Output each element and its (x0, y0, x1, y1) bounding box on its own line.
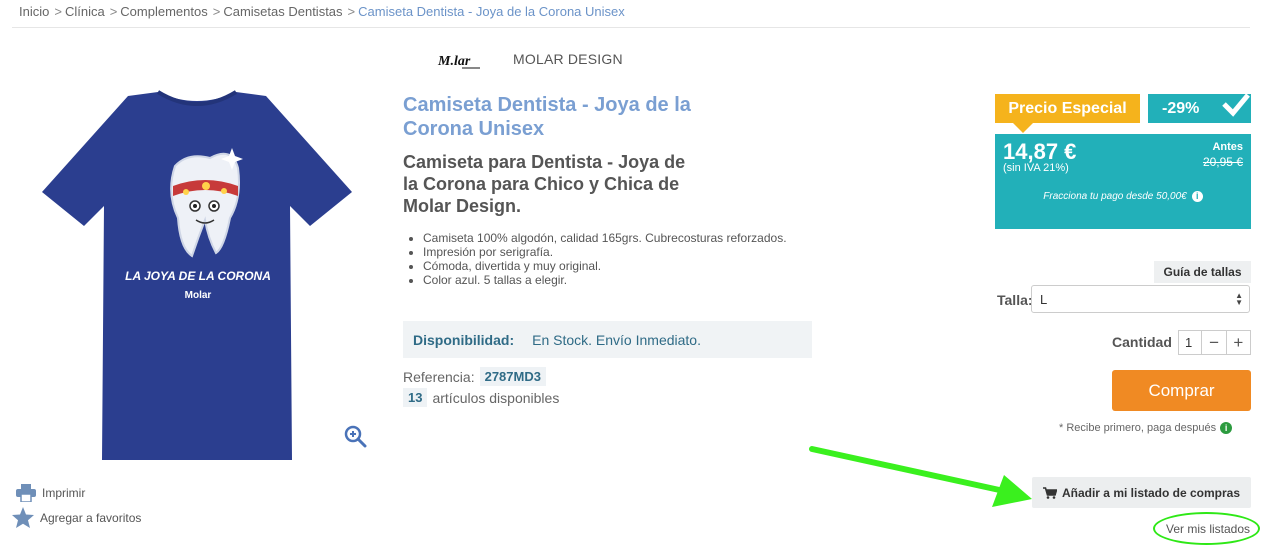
breadcrumb-separator: > (212, 4, 221, 19)
size-guide-button[interactable]: Guía de tallas (1154, 261, 1251, 283)
green-arrow-annotation (809, 446, 1032, 507)
tshirt-print-text: LA JOYA DE LA CORONA (125, 269, 271, 283)
highlight-ellipse (1153, 512, 1260, 545)
brand-logo[interactable]: M.lar (436, 50, 500, 72)
zoom-icon[interactable] (343, 424, 367, 448)
print-link[interactable]: Imprimir (16, 484, 85, 502)
stock-count: 13 (403, 388, 428, 407)
feature-list: Camiseta 100% algodón, calidad 165grs. C… (403, 231, 803, 287)
tshirt-print-logo: Molar (185, 290, 212, 301)
feature-item: Cómoda, divertida y muy original. (423, 259, 803, 273)
feature-item: Color azul. 5 tallas a elegir. (423, 273, 803, 287)
star-icon (12, 507, 34, 528)
breadcrumb-separator: > (347, 4, 356, 19)
cart-icon (1042, 486, 1057, 499)
breadcrumb-inicio[interactable]: Inicio (19, 4, 49, 19)
breadcrumb-separator: > (109, 4, 118, 19)
brand-logo-text: M.lar (437, 54, 471, 69)
tax-note: (sin IVA 21%) (1003, 162, 1069, 174)
check-icon (1222, 93, 1250, 117)
product-title: Camiseta Dentista - Joya de la Corona Un… (403, 94, 691, 140)
reference-label: Referencia: (403, 368, 475, 385)
breadcrumb-complementos[interactable]: Complementos (120, 4, 207, 19)
quantity-label: Cantidad (1112, 334, 1172, 350)
info-icon[interactable]: i (1191, 191, 1203, 202)
availability-value: En Stock. Envío Inmediato. (532, 331, 701, 348)
pay-later-text: * Recibe primero, paga después (1059, 422, 1217, 434)
breadcrumb-clinica[interactable]: Clínica (65, 4, 105, 19)
size-select[interactable]: L ▲ ▼ (1031, 285, 1250, 313)
info-icon[interactable]: i (1220, 422, 1233, 434)
breadcrumb-divider (12, 27, 1250, 28)
breadcrumb-camisetas-dentistas[interactable]: Camisetas Dentistas (223, 4, 342, 19)
quantity-increase-button[interactable]: + (1225, 331, 1250, 354)
feature-item: Impresión por serigrafía. (423, 245, 803, 259)
special-badge-pointer (1013, 123, 1033, 133)
breadcrumb-separator: > (54, 4, 62, 19)
brand-name[interactable]: MOLAR DESIGN (513, 51, 623, 67)
breadcrumb-current[interactable]: Camiseta Dentista - Joya de la Corona Un… (358, 4, 625, 19)
quantity-input[interactable]: 1 (1179, 331, 1203, 354)
feature-item: Camiseta 100% algodón, calidad 165grs. C… (423, 231, 803, 245)
size-select-value: L (1040, 291, 1048, 307)
availability-label: Disponibilidad: (413, 331, 515, 348)
pay-later-note: * Recibe primero, paga después i (1059, 422, 1233, 434)
finance-note[interactable]: Fracciona tu pago desde 50,00€ i (995, 191, 1251, 202)
product-image[interactable]: LA JOYA DE LA CORONA Molar (10, 88, 385, 473)
finance-text: Fracciona tu pago desde 50,00€ (1043, 191, 1187, 202)
print-label: Imprimir (42, 486, 86, 500)
reference-code: 2787MD3 (479, 367, 546, 386)
buy-button[interactable]: Comprar (1112, 370, 1251, 411)
special-price-badge: Precio Especial (995, 94, 1140, 123)
price-panel: 14,87 € (sin IVA 21%) Antes 20,95 € Frac… (995, 134, 1251, 229)
product-subtitle: Camiseta para Dentista - Joya de la Coro… (403, 152, 686, 216)
reference-row: Referencia: 2787MD3 (403, 367, 546, 386)
before-label: Antes (1212, 141, 1243, 153)
quantity-decrease-button[interactable]: − (1202, 331, 1225, 354)
printer-icon (16, 484, 36, 502)
quantity-stepper[interactable]: 1 − + (1178, 330, 1251, 355)
breadcrumb: Inicio > Clínica > Complementos > Camisetas De… (19, 4, 625, 19)
stock-row: 13 artículos disponibles (403, 388, 559, 407)
size-label: Talla: (997, 292, 1033, 308)
add-to-shopping-list-button[interactable]: Añadir a mi listado de compras (1032, 477, 1251, 508)
stock-label: artículos disponibles (432, 389, 560, 406)
select-arrows-icon: ▲ ▼ (1235, 291, 1243, 307)
favorites-label: Agregar a favoritos (40, 510, 142, 525)
before-price: 20,95 € (1202, 155, 1243, 169)
availability-box: Disponibilidad: En Stock. Envío Inmediat… (403, 321, 812, 358)
add-favorites-link[interactable]: Agregar a favoritos (12, 507, 141, 528)
add-to-list-label: Añadir a mi listado de compras (1061, 485, 1241, 500)
